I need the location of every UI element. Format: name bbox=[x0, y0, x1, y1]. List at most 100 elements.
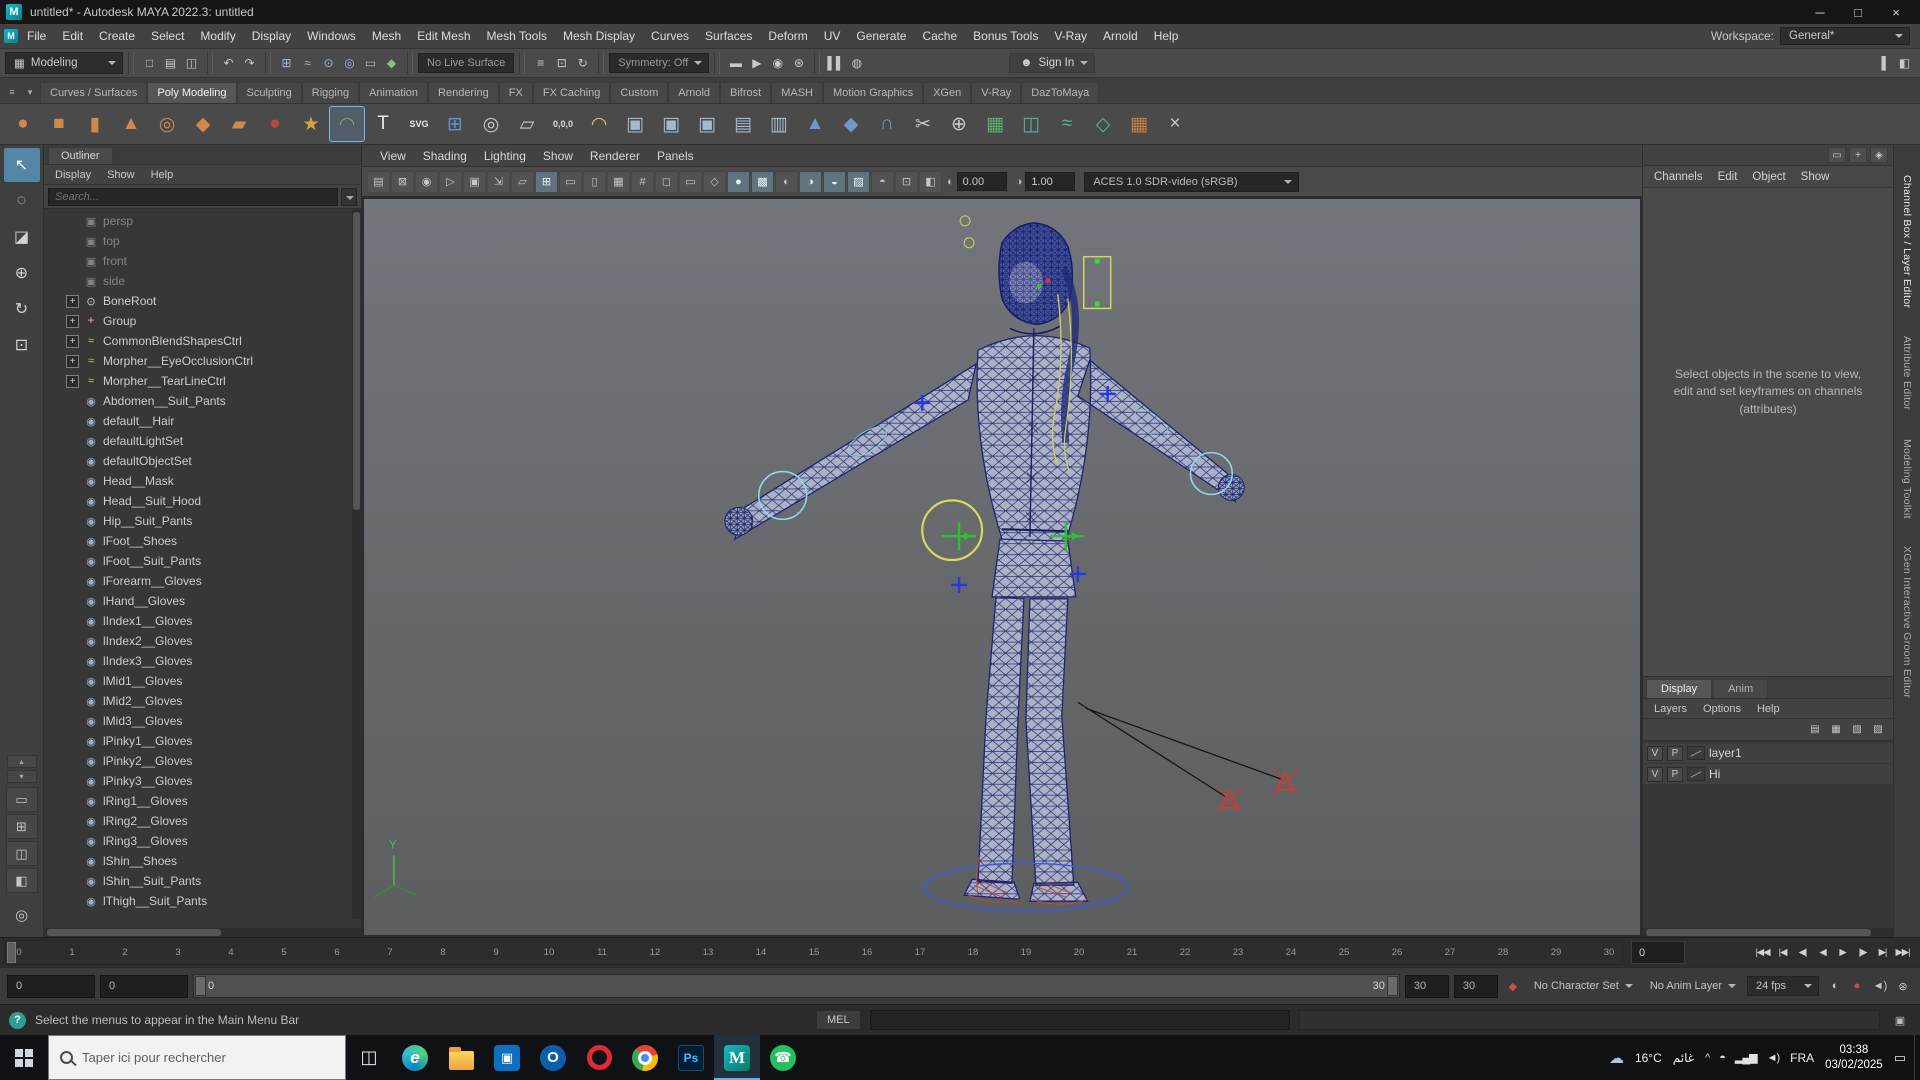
menu-item[interactable]: Create bbox=[91, 26, 143, 46]
playback-end-field[interactable]: 30 bbox=[1405, 975, 1449, 998]
outliner-item[interactable]: lMid1__Gloves bbox=[44, 671, 361, 691]
poly-disc-icon[interactable]: ▰ bbox=[222, 107, 256, 141]
minimize-button[interactable]: ─ bbox=[1802, 2, 1838, 22]
shelf-edit-icon[interactable]: ▾ bbox=[22, 84, 38, 100]
channel-box-toggle-icon[interactable]: ◧ bbox=[1894, 53, 1915, 74]
zero-transform-icon[interactable]: 0,0,0 bbox=[546, 107, 580, 141]
gate-mask-icon[interactable]: ▦ bbox=[607, 171, 630, 193]
toolbox-mini-up-button[interactable]: ▴ bbox=[7, 755, 37, 768]
outliner-item[interactable]: side bbox=[44, 271, 361, 291]
expand-toggle-icon[interactable] bbox=[66, 615, 79, 628]
interactive-playback-icon[interactable]: ◍ bbox=[846, 53, 867, 74]
workspace-dropdown[interactable]: General* bbox=[1780, 27, 1910, 45]
shelf-tab[interactable]: MASH bbox=[771, 82, 823, 103]
expand-toggle-icon[interactable] bbox=[66, 735, 79, 748]
weather-temperature[interactable]: 16°C bbox=[1635, 1051, 1662, 1065]
step-forward-key-button[interactable]: ▶| bbox=[1873, 941, 1892, 965]
exposure-field[interactable] bbox=[957, 172, 1007, 191]
dock-tab[interactable]: Modeling Toolkit bbox=[1901, 439, 1913, 519]
shelf-tab[interactable]: Custom bbox=[610, 82, 668, 103]
render-settings-icon[interactable]: ⊛ bbox=[788, 53, 809, 74]
expand-toggle-icon[interactable] bbox=[66, 495, 79, 508]
outliner-item[interactable]: lForearm__Gloves bbox=[44, 571, 361, 591]
expand-toggle-icon[interactable] bbox=[66, 595, 79, 608]
image-plane-icon[interactable]: ▣ bbox=[463, 171, 486, 193]
viewport-menu-item[interactable]: Show bbox=[535, 147, 581, 165]
redo-icon[interactable]: ↷ bbox=[239, 53, 260, 74]
expand-toggle-icon[interactable] bbox=[66, 895, 79, 908]
command-language-button[interactable]: MEL bbox=[816, 1010, 861, 1030]
expand-toggle-icon[interactable] bbox=[66, 835, 79, 848]
field-chart-icon[interactable]: # bbox=[631, 171, 654, 193]
anim-layer-dropdown[interactable]: No Anim Layer bbox=[1644, 980, 1742, 992]
snap-to-point-icon[interactable]: ⊙ bbox=[318, 53, 339, 74]
new-scene-icon[interactable]: □ bbox=[139, 53, 160, 74]
expand-toggle-icon[interactable] bbox=[66, 655, 79, 668]
expand-toggle-icon[interactable] bbox=[66, 215, 79, 228]
quick-select-icon[interactable]: ◎ bbox=[474, 107, 508, 141]
outliner-item[interactable]: lHand__Gloves bbox=[44, 591, 361, 611]
outliner-item[interactable]: CommonBlendShapesCtrl bbox=[44, 331, 361, 351]
expand-toggle-icon[interactable] bbox=[66, 375, 79, 388]
layer-editor-tab[interactable]: Anim bbox=[1713, 679, 1768, 698]
layer-editor-tab[interactable]: Display bbox=[1646, 679, 1712, 698]
network-icon[interactable]: ▂▄▆ bbox=[1735, 1051, 1757, 1064]
menu-item[interactable]: Surfaces bbox=[697, 26, 760, 46]
layer-row[interactable]: V P layer1 bbox=[1643, 743, 1893, 763]
shelf-tab[interactable]: Animation bbox=[359, 82, 428, 103]
maya[interactable]: M bbox=[714, 1035, 760, 1080]
svg-tool-icon[interactable]: SVG bbox=[402, 107, 436, 141]
shelf-tab[interactable]: Curves / Surfaces bbox=[40, 82, 147, 103]
layer-row[interactable]: V P Hi bbox=[1643, 764, 1893, 784]
outlook[interactable]: O bbox=[530, 1035, 576, 1080]
time-slider-track[interactable]: 0123456789101112131415161718192021222324… bbox=[5, 940, 1623, 965]
menu-item[interactable]: Edit bbox=[54, 26, 91, 46]
outliner-item[interactable]: lIndex2__Gloves bbox=[44, 631, 361, 651]
snap-to-curve-icon[interactable]: ≈ bbox=[297, 53, 318, 74]
new-layer-icon[interactable]: ▧ bbox=[1848, 722, 1866, 738]
resolution-gate-icon[interactable]: ▯ bbox=[583, 171, 606, 193]
script-editor-icon[interactable]: ▣ bbox=[1889, 1010, 1911, 1030]
layer-visibility-toggle[interactable]: V bbox=[1647, 746, 1663, 761]
menu-item[interactable]: Select bbox=[143, 26, 192, 46]
expand-toggle-icon[interactable] bbox=[66, 635, 79, 648]
outliner-item[interactable]: lMid2__Gloves bbox=[44, 691, 361, 711]
expand-toggle-icon[interactable] bbox=[66, 275, 79, 288]
ik-locators[interactable] bbox=[1216, 769, 1298, 813]
menu-item[interactable]: Modify bbox=[192, 26, 243, 46]
wireframe-icon[interactable]: ◇ bbox=[703, 171, 726, 193]
safe-action-icon[interactable]: ◻ bbox=[655, 171, 678, 193]
dock-tab[interactable]: Attribute Editor bbox=[1901, 336, 1913, 410]
play-forwards-button[interactable]: ▶ bbox=[1833, 941, 1852, 965]
move-tool[interactable]: ⊕ bbox=[4, 256, 40, 290]
outliner-item[interactable]: BoneRoot bbox=[44, 291, 361, 311]
modeling-toolkit-toggle-icon[interactable]: ▐ bbox=[1871, 53, 1892, 74]
motion-blur-icon[interactable]: ◓ bbox=[871, 171, 894, 193]
append-polygon-icon[interactable]: ▱ bbox=[510, 107, 544, 141]
start-button[interactable] bbox=[0, 1035, 48, 1080]
sign-in-button[interactable]: ☻ Sign In bbox=[1009, 53, 1095, 73]
viewport-menu-item[interactable]: View bbox=[372, 147, 414, 165]
outliner-item[interactable]: top bbox=[44, 231, 361, 251]
mirror-icon[interactable]: ◫ bbox=[1014, 107, 1048, 141]
boolean-intersection-icon[interactable]: ▣ bbox=[690, 107, 724, 141]
select-camera-icon[interactable]: ▤ bbox=[367, 171, 390, 193]
menu-item[interactable]: Deform bbox=[760, 26, 815, 46]
channel-box-menu-item[interactable]: Object bbox=[1745, 169, 1792, 185]
camera-attributes-icon[interactable]: ◉ bbox=[415, 171, 438, 193]
expand-toggle-icon[interactable] bbox=[66, 755, 79, 768]
layer-sync-icon[interactable]: ▤ bbox=[1806, 722, 1824, 738]
layer-visibility-toggle[interactable]: V bbox=[1647, 767, 1663, 782]
shelf-tab[interactable]: DazToMaya bbox=[1021, 82, 1099, 103]
channel-box-menu-item[interactable]: Show bbox=[1794, 169, 1837, 185]
outliner-item[interactable]: Head__Suit_Hood bbox=[44, 491, 361, 511]
step-back-key-button[interactable]: |◀ bbox=[1773, 941, 1792, 965]
play-backwards-button[interactable]: ◀ bbox=[1813, 941, 1832, 965]
cleanup-icon[interactable]: × bbox=[1158, 107, 1192, 141]
poly-cube-icon[interactable]: ■ bbox=[42, 107, 76, 141]
volume-icon[interactable]: ◄) bbox=[1767, 1052, 1780, 1064]
outliner-item[interactable]: lRing3__Gloves bbox=[44, 831, 361, 851]
viewport-menu-item[interactable]: Shading bbox=[415, 147, 475, 165]
outliner-item[interactable]: front bbox=[44, 251, 361, 271]
shelf-options-icon[interactable]: ≡ bbox=[4, 84, 20, 100]
